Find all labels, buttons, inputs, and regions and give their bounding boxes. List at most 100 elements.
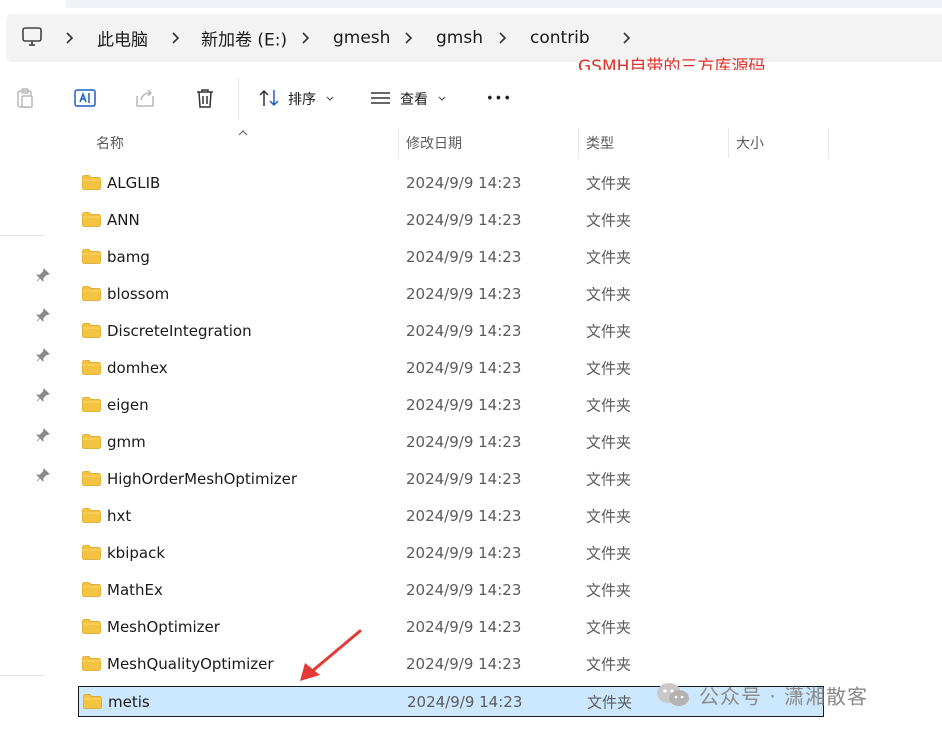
file-name[interactable]: kbipack: [107, 544, 165, 562]
sort-ascending-icon: [238, 130, 248, 136]
annotation-arrow-icon: [300, 629, 362, 681]
breadcrumb-gmesh[interactable]: gmesh: [333, 28, 390, 48]
view-icon[interactable]: [369, 86, 393, 110]
file-type: 文件夹: [586, 285, 632, 304]
file-name[interactable]: MathEx: [107, 581, 163, 599]
chevron-down-icon[interactable]: [438, 95, 446, 103]
folder-icon: [82, 434, 101, 449]
file-row[interactable]: gmm 2024/9/9 14:23 文件夹: [78, 427, 824, 458]
file-type: 文件夹: [586, 581, 632, 600]
pin-icon[interactable]: [35, 467, 51, 483]
file-row[interactable]: MathEx 2024/9/9 14:23 文件夹: [78, 575, 824, 606]
wechat-icon: [657, 683, 689, 706]
pin-icon[interactable]: [35, 347, 51, 363]
chevron-right-icon[interactable]: [619, 30, 635, 46]
file-row[interactable]: MeshQualityOptimizer 2024/9/9 14:23 文件夹: [78, 649, 824, 680]
folder-icon: [82, 397, 101, 412]
this-pc-icon[interactable]: [21, 26, 43, 48]
chevron-down-icon[interactable]: [326, 95, 334, 103]
file-type: 文件夹: [586, 396, 632, 415]
folder-icon: [82, 360, 101, 375]
file-modified-date: 2024/9/9 14:23: [406, 470, 522, 488]
file-name[interactable]: ANN: [107, 211, 140, 229]
column-divider[interactable]: [578, 128, 579, 158]
file-row[interactable]: eigen 2024/9/9 14:23 文件夹: [78, 390, 824, 421]
file-modified-date: 2024/9/9 14:23: [406, 507, 522, 525]
breadcrumb-this-pc[interactable]: 此电脑: [97, 26, 148, 51]
file-name[interactable]: ALGLIB: [107, 174, 160, 192]
chevron-right-icon[interactable]: [495, 30, 511, 46]
folder-icon: [82, 582, 101, 597]
file-modified-date: 2024/9/9 14:23: [406, 174, 522, 192]
file-row[interactable]: HighOrderMeshOptimizer 2024/9/9 14:23 文件夹: [78, 464, 824, 495]
file-name[interactable]: domhex: [107, 359, 168, 377]
sort-icon[interactable]: [257, 86, 281, 110]
file-name[interactable]: gmm: [107, 433, 146, 451]
folder-icon: [82, 286, 101, 301]
file-type: 文件夹: [586, 211, 632, 230]
file-row[interactable]: hxt 2024/9/9 14:23 文件夹: [78, 501, 824, 532]
file-row[interactable]: MeshOptimizer 2024/9/9 14:23 文件夹: [78, 612, 824, 643]
file-modified-date: 2024/9/9 14:23: [406, 359, 522, 377]
chevron-right-icon[interactable]: [401, 30, 417, 46]
column-divider[interactable]: [728, 128, 729, 158]
file-name[interactable]: eigen: [107, 396, 149, 414]
sort-button[interactable]: 排序: [288, 89, 316, 109]
file-row[interactable]: bamg 2024/9/9 14:23 文件夹: [78, 242, 824, 273]
file-row[interactable]: kbipack 2024/9/9 14:23 文件夹: [78, 538, 824, 569]
file-name[interactable]: metis: [108, 693, 150, 711]
file-type: 文件夹: [586, 322, 632, 341]
column-header-date[interactable]: 修改日期: [406, 133, 462, 153]
breadcrumb-gmsh[interactable]: gmsh: [436, 28, 483, 48]
file-type: 文件夹: [586, 655, 632, 674]
file-modified-date: 2024/9/9 14:23: [406, 211, 522, 229]
file-modified-date: 2024/9/9 14:23: [406, 285, 522, 303]
folder-icon: [82, 471, 101, 486]
column-divider[interactable]: [398, 128, 399, 158]
sidebar-divider: [0, 675, 44, 676]
pin-icon[interactable]: [35, 427, 51, 443]
file-name[interactable]: MeshOptimizer: [107, 618, 220, 636]
file-name[interactable]: bamg: [107, 248, 150, 266]
pin-icon[interactable]: [35, 387, 51, 403]
view-button[interactable]: 查看: [400, 89, 428, 109]
chevron-right-icon[interactable]: [168, 30, 184, 46]
more-options-button[interactable]: •••: [486, 92, 512, 107]
column-header-type[interactable]: 类型: [586, 133, 614, 153]
file-type: 文件夹: [586, 248, 632, 267]
delete-icon[interactable]: [193, 86, 217, 110]
paste-icon[interactable]: [13, 86, 37, 110]
file-name[interactable]: hxt: [107, 507, 131, 525]
chevron-right-icon[interactable]: [62, 30, 78, 46]
column-header-name[interactable]: 名称: [96, 133, 124, 153]
file-row[interactable]: ANN 2024/9/9 14:23 文件夹: [78, 205, 824, 236]
pin-icon[interactable]: [35, 267, 51, 283]
folder-icon: [82, 323, 101, 338]
file-name[interactable]: MeshQualityOptimizer: [107, 655, 274, 673]
column-divider[interactable]: [828, 128, 829, 158]
breadcrumb-drive-e[interactable]: 新加卷 (E:): [201, 26, 287, 51]
file-modified-date: 2024/9/9 14:23: [406, 433, 522, 451]
file-name[interactable]: DiscreteIntegration: [107, 322, 252, 340]
file-row[interactable]: blossom 2024/9/9 14:23 文件夹: [78, 279, 824, 310]
file-type: 文件夹: [586, 174, 632, 193]
file-name[interactable]: HighOrderMeshOptimizer: [107, 470, 297, 488]
file-row[interactable]: domhex 2024/9/9 14:23 文件夹: [78, 353, 824, 384]
folder-icon: [82, 212, 101, 227]
pin-icon[interactable]: [35, 307, 51, 323]
file-modified-date: 2024/9/9 14:23: [406, 248, 522, 266]
folder-icon: [82, 508, 101, 523]
rename-icon[interactable]: [73, 86, 97, 110]
file-row[interactable]: ALGLIB 2024/9/9 14:23 文件夹: [78, 168, 824, 199]
breadcrumb-contrib[interactable]: contrib: [530, 28, 590, 48]
share-icon[interactable]: [133, 86, 157, 110]
column-header-size[interactable]: 大小: [736, 133, 764, 153]
watermark-text: 公众号 · 潇湘散客: [699, 684, 869, 709]
file-row[interactable]: DiscreteIntegration 2024/9/9 14:23 文件夹: [78, 316, 824, 347]
folder-icon: [82, 619, 101, 634]
chevron-right-icon[interactable]: [298, 30, 314, 46]
file-type: 文件夹: [586, 507, 632, 526]
file-name[interactable]: blossom: [107, 285, 169, 303]
file-modified-date: 2024/9/9 14:23: [407, 693, 523, 711]
file-modified-date: 2024/9/9 14:23: [406, 544, 522, 562]
